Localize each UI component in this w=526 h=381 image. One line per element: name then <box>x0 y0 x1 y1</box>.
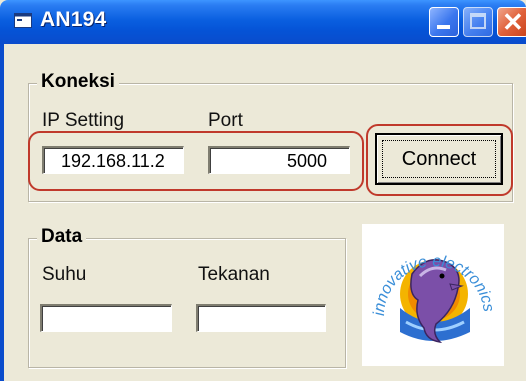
window-border <box>0 44 4 381</box>
koneksi-group-title: Koneksi <box>37 71 119 93</box>
data-group-title: Data <box>37 226 87 248</box>
ip-address-input[interactable]: 192.168.11.2 <box>42 146 184 174</box>
suhu-label: Suhu <box>42 264 87 285</box>
minimize-icon <box>437 25 450 29</box>
close-icon: ✕ <box>502 7 524 37</box>
connect-button-label: Connect <box>401 148 477 170</box>
window-title: AN194 <box>40 8 107 31</box>
port-input[interactable]: 5000 <box>208 146 350 174</box>
company-logo: innovative electronics <box>362 224 504 366</box>
minimize-button[interactable] <box>429 7 459 37</box>
ip-address-value: 192.168.11.2 <box>61 151 165 171</box>
connect-button[interactable]: Connect <box>375 133 503 185</box>
port-label: Port <box>208 110 243 131</box>
app-window: AN194 ✕ Koneksi IP Setting Port 192.168.… <box>0 0 526 381</box>
ip-setting-label: IP Setting <box>42 110 125 131</box>
tekanan-label: Tekanan <box>198 264 270 285</box>
close-button[interactable]: ✕ <box>497 7 526 37</box>
maximize-icon <box>470 13 486 29</box>
title-bar[interactable]: AN194 ✕ <box>0 0 526 44</box>
dolphin-logo: innovative electronics <box>371 253 497 344</box>
tekanan-input[interactable] <box>196 304 326 332</box>
maximize-button[interactable] <box>463 7 493 37</box>
data-group: Data <box>28 226 346 368</box>
port-value: 5000 <box>286 151 327 171</box>
suhu-input[interactable] <box>40 304 172 332</box>
app-icon <box>14 13 32 28</box>
